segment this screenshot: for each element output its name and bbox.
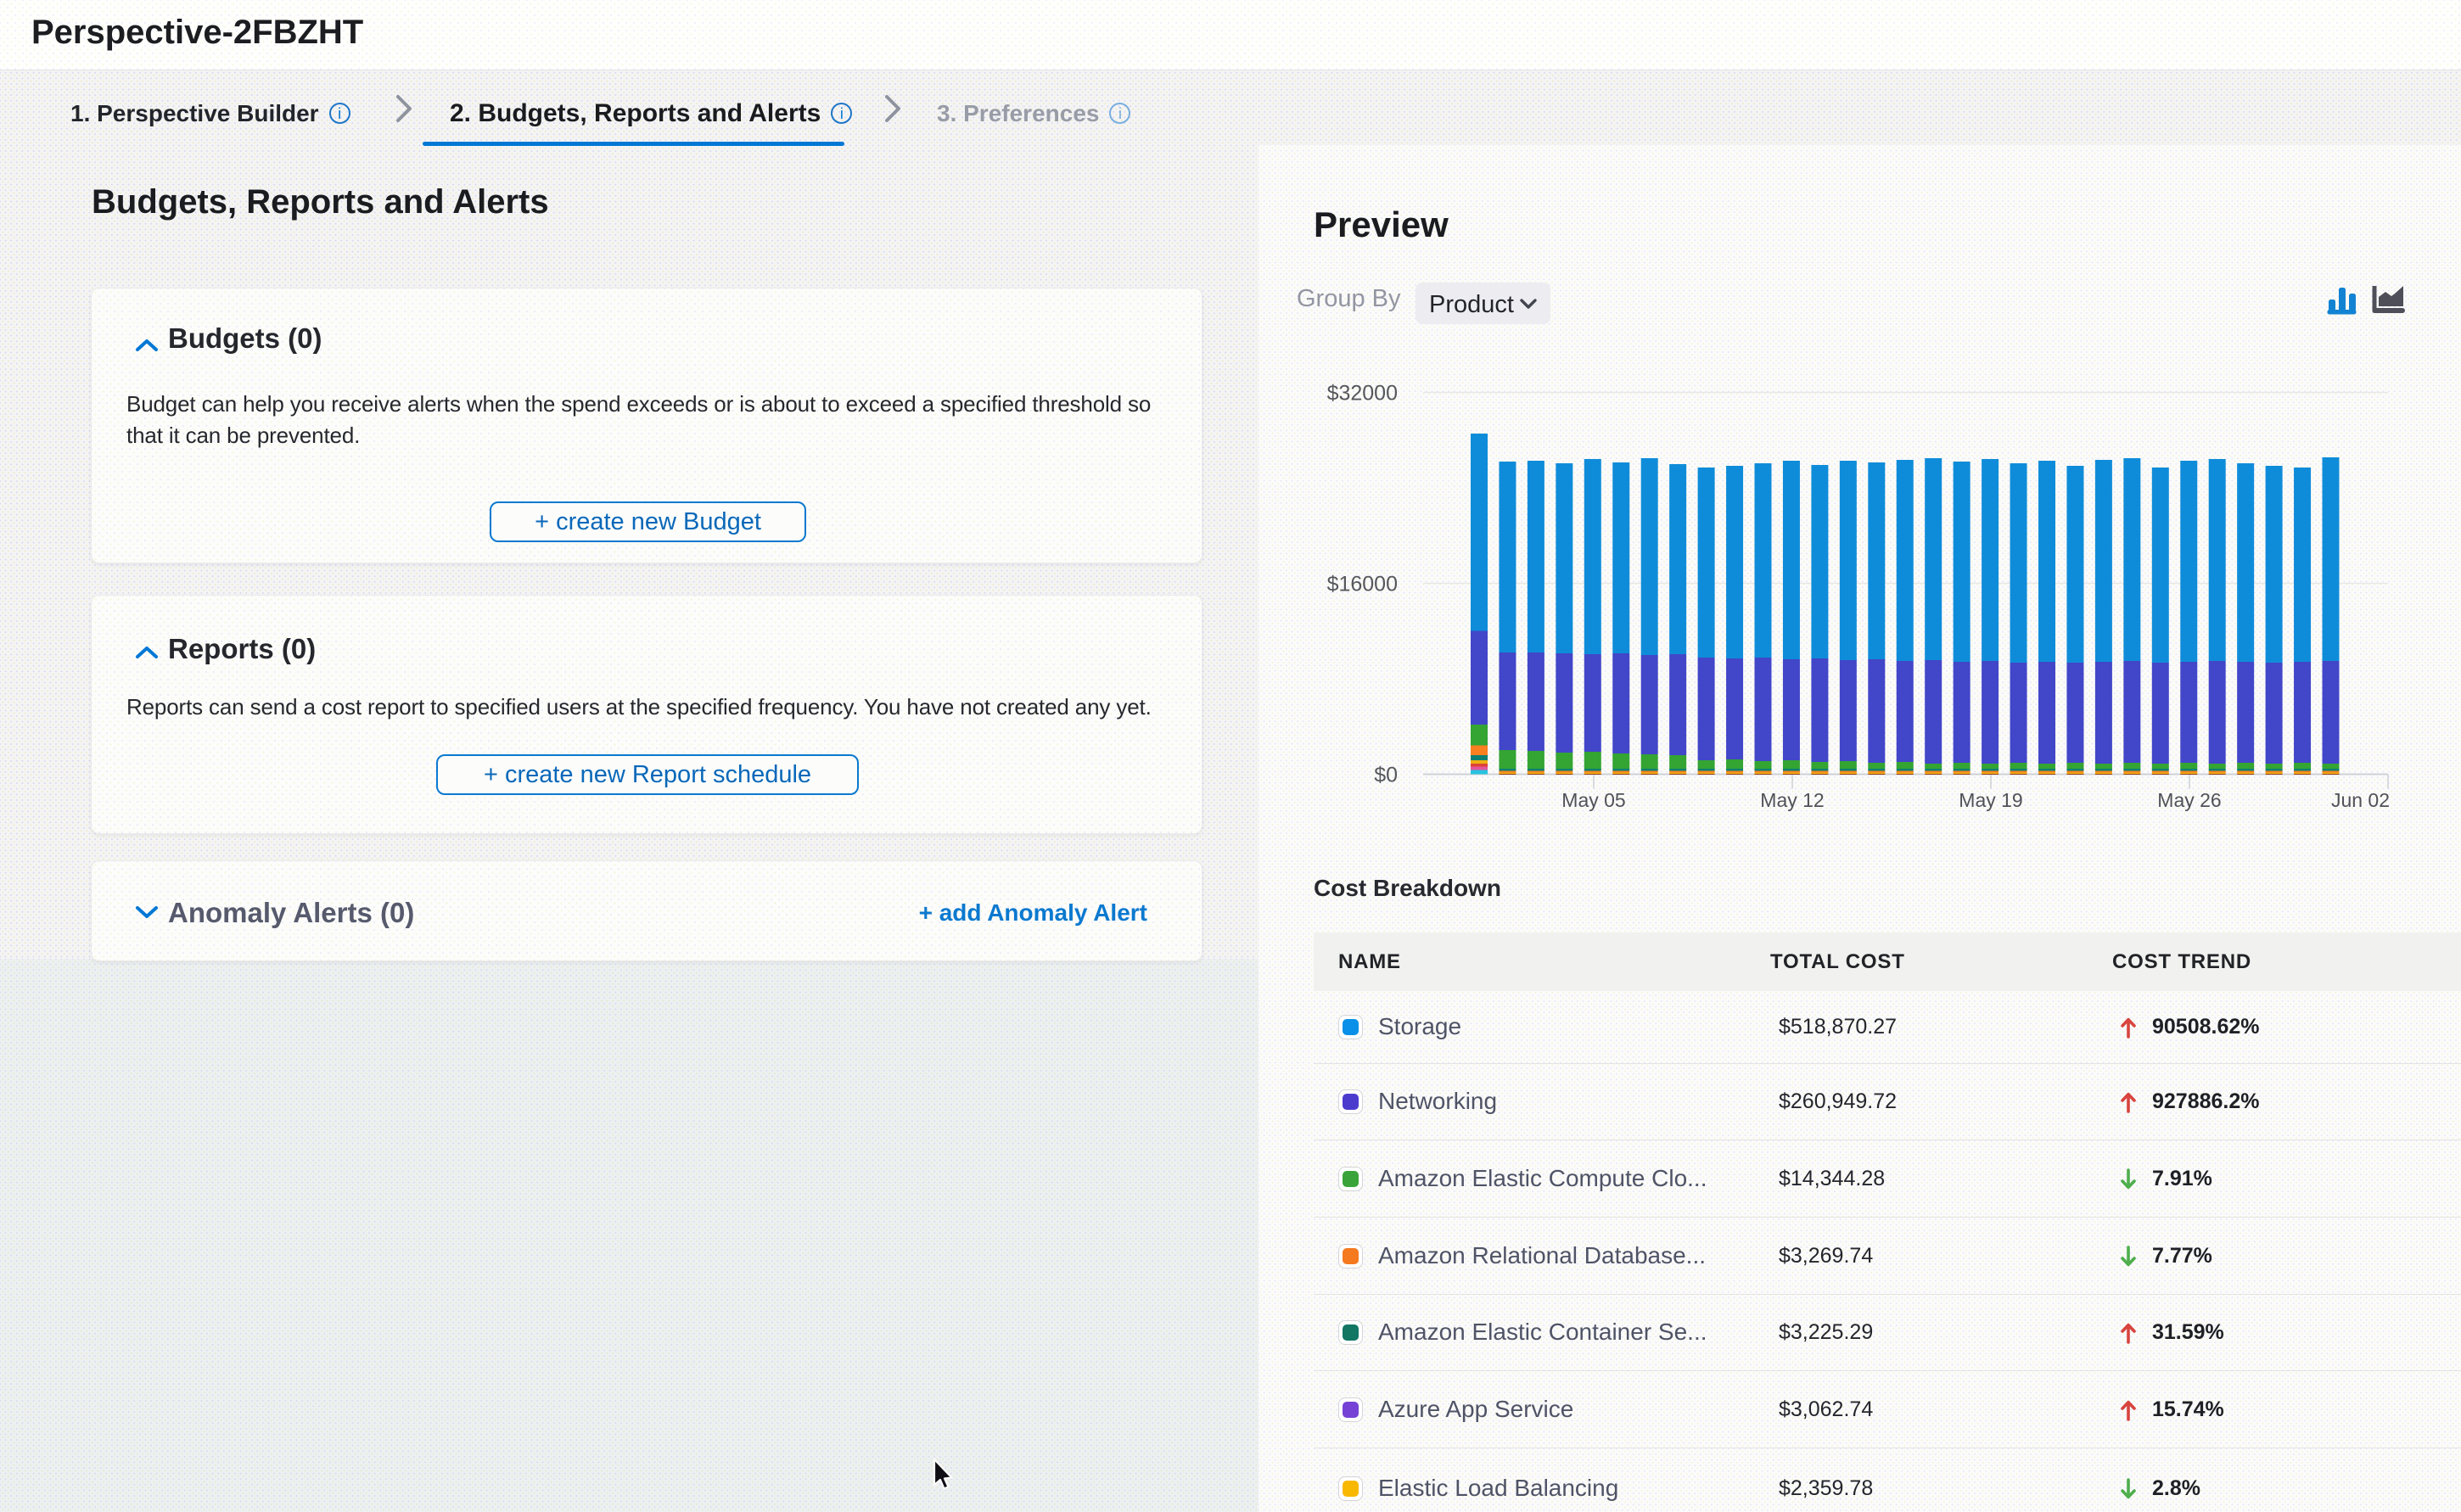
svg-text:$16000: $16000 bbox=[1327, 573, 1398, 596]
svg-text:May 05: May 05 bbox=[1561, 789, 1625, 811]
svg-text:May 26: May 26 bbox=[2157, 789, 2221, 811]
svg-text:$32000: $32000 bbox=[1327, 382, 1398, 406]
svg-text:Jun 02: Jun 02 bbox=[2331, 789, 2390, 811]
svg-text:$0: $0 bbox=[1374, 764, 1398, 787]
svg-text:May 12: May 12 bbox=[1760, 789, 1824, 811]
svg-text:May 19: May 19 bbox=[1959, 789, 2022, 811]
